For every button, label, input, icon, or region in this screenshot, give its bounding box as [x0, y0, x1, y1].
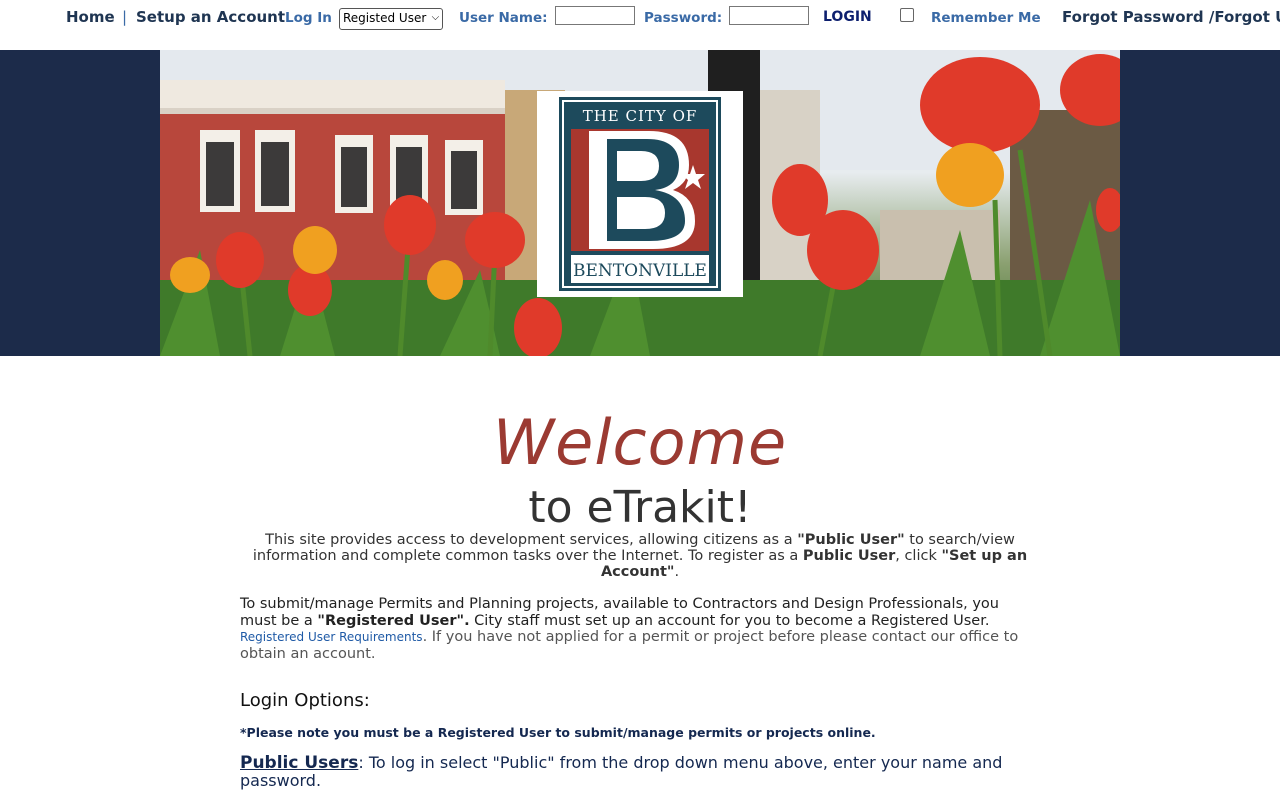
password-label: Password: — [644, 10, 723, 26]
registered-user-bold: "Registered User". — [317, 612, 470, 629]
intro-text-4: . — [674, 564, 680, 580]
registered-text-2: City staff must set up an account for yo… — [469, 612, 990, 629]
registered-user-requirements-link[interactable]: Registered User Requirements — [240, 630, 423, 644]
log-in-label: Log In — [285, 10, 332, 26]
intro-public-user-bold-2: Public User — [802, 548, 896, 564]
remember-me-checkbox[interactable] — [900, 8, 914, 22]
login-options-heading: Login Options: — [240, 690, 370, 711]
user-name-input[interactable] — [555, 6, 635, 25]
forgot-password-link[interactable]: Forgot Password /Forgot Us — [1062, 8, 1280, 26]
welcome-heading: Welcome — [492, 406, 788, 479]
password-input[interactable] — [729, 6, 809, 25]
city-of-bentonville-logo: THE CITY OF BENTONVILLE — [537, 91, 743, 297]
registered-user-paragraph: To submit/manage Permits and Planning pr… — [240, 596, 1030, 662]
bentonville-logo-mark: THE CITY OF BENTONVILLE — [559, 97, 721, 291]
intro-text-1: This site provides access to development… — [265, 532, 798, 548]
user-name-label: User Name: — [459, 10, 548, 26]
logo-city-of-text: THE CITY OF — [583, 107, 698, 125]
intro-public-user-bold: "Public User" — [797, 532, 905, 548]
user-type-select[interactable]: Registed User ⌵ — [339, 8, 444, 30]
public-users-paragraph: Public Users: To log in select "Public" … — [240, 754, 1030, 789]
header-banner: THE CITY OF BENTONVILLE — [0, 50, 1280, 356]
remember-me-label: Remember Me — [931, 10, 1041, 26]
nav-separator: | — [122, 8, 128, 26]
banner-photo: THE CITY OF BENTONVILLE — [160, 50, 1120, 356]
public-users-link[interactable]: Public Users — [240, 753, 358, 773]
registered-user-note: *Please note you must be a Registered Us… — [240, 725, 876, 740]
top-navigation: Home | Setup an Account Log In Registed … — [0, 0, 1280, 50]
home-link[interactable]: Home — [66, 8, 115, 26]
setup-account-link[interactable]: Setup an Account — [136, 8, 285, 26]
login-button[interactable]: LOGIN — [823, 8, 872, 26]
intro-paragraph: This site provides access to development… — [240, 532, 1040, 580]
chevron-down-icon: ⌵ — [431, 12, 440, 23]
welcome-subheading: to eTrakit! — [528, 482, 752, 533]
intro-text-3: , click — [895, 548, 942, 564]
logo-bentonville-text: BENTONVILLE — [573, 261, 707, 281]
user-type-selected-value: Registed User — [343, 11, 427, 25]
